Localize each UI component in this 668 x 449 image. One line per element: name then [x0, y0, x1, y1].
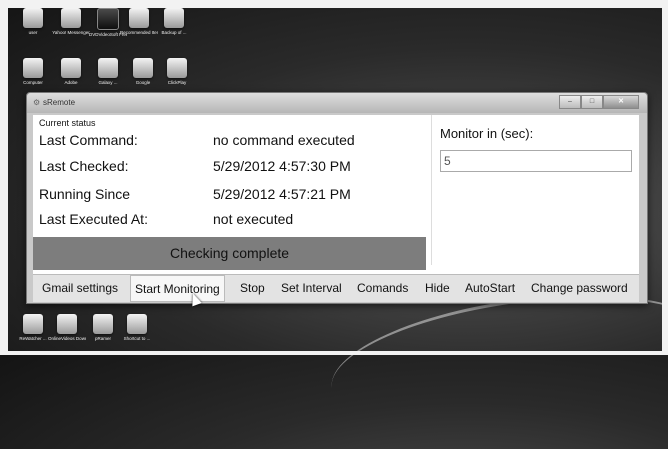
document-icon: [129, 8, 149, 28]
sremote-window: ⚙ sRemote – □ ✕ Current status Last Comm…: [26, 92, 648, 304]
client-area: Current status Last Command: no command …: [33, 115, 640, 302]
headphones-icon: [98, 58, 118, 78]
arrow-app-icon: [167, 58, 187, 78]
desktop-icon-label: Adobe: [64, 80, 78, 85]
computer-icon: [23, 58, 43, 78]
monitor-panel: Monitor in (sec):: [431, 115, 640, 265]
chrome-icon: [133, 58, 153, 78]
desktop-icon-clickplay[interactable]: ClickPlay: [158, 58, 196, 85]
last-checked-label: Last Checked:: [39, 158, 129, 174]
menu-gmail-settings[interactable]: Gmail settings: [42, 275, 118, 302]
menu-hide[interactable]: Hide: [425, 275, 450, 302]
desktop-icon-adobe[interactable]: Adobe: [52, 58, 90, 85]
menu-change-password[interactable]: Change password: [531, 275, 628, 302]
messenger-icon: [61, 8, 81, 28]
close-button[interactable]: ✕: [603, 95, 639, 109]
title-bar[interactable]: ⚙ sRemote – □ ✕: [27, 93, 647, 113]
desktop-icon-label: Yahoo! Messenger: [52, 30, 90, 35]
maximize-button[interactable]: □: [581, 95, 603, 109]
monitor-interval-input[interactable]: [440, 150, 632, 172]
desktop-icon-shortcut[interactable]: Shortcut to ...: [118, 314, 156, 341]
running-since-label: Running Since: [39, 186, 131, 202]
last-checked-value: 5/29/2012 4:57:30 PM: [213, 158, 351, 174]
desktop-icon-recommended[interactable]: Recommended Items: [120, 8, 158, 35]
status-panel: Current status Last Command: no command …: [33, 115, 426, 237]
desktop-icon-rewatcher[interactable]: ReWatcher ...: [14, 314, 52, 341]
desktop-icon-pramer[interactable]: pRamer: [84, 314, 122, 341]
desktop-icon-label: Computer: [23, 80, 43, 85]
menu-set-interval[interactable]: Set Interval: [281, 275, 342, 302]
pramer-icon: [93, 314, 113, 334]
folder-backup-icon: [164, 8, 184, 28]
user-folder-icon: [23, 8, 43, 28]
desktop-icon-label: pRamer: [94, 336, 111, 341]
desktop-icon-label: OnlineVideos Downloader: [48, 336, 86, 341]
pdf-icon: [61, 58, 81, 78]
menu-comands[interactable]: Comands: [357, 275, 408, 302]
desktop-icon-label: Galaxy ...: [98, 80, 118, 85]
desktop-icon-label: Shortcut to ...: [123, 336, 151, 341]
menu-bar: Gmail settings Start Monitoring Stop Set…: [33, 274, 639, 302]
desktop-icon-google[interactable]: Google: [124, 58, 162, 85]
downloader-icon: [57, 314, 77, 334]
progress-bar: Checking complete: [33, 237, 426, 270]
running-since-value: 5/29/2012 4:57:21 PM: [213, 186, 351, 202]
desktop-icon-label: Recommended Items: [120, 30, 158, 35]
desktop-icon-galaxy[interactable]: Galaxy ...: [89, 58, 127, 85]
shortcut-icon: [127, 314, 147, 334]
desktop-icon-user[interactable]: user: [14, 8, 52, 35]
desktop-icon-computer[interactable]: Computer: [14, 58, 52, 85]
desktop-icon-messenger[interactable]: Yahoo! Messenger: [52, 8, 90, 35]
last-command-value: no command executed: [213, 132, 355, 148]
last-executed-label: Last Executed At:: [39, 211, 148, 227]
desktop-icon-label: user: [28, 30, 38, 35]
status-heading: Current status: [39, 118, 96, 128]
monitor-interval-label: Monitor in (sec):: [440, 126, 534, 141]
menu-autostart[interactable]: AutoStart: [465, 275, 515, 302]
desktop-icon-label: Google: [135, 80, 151, 85]
recorder-icon: [23, 314, 43, 334]
desktop-icon-label: ClickPlay: [167, 80, 187, 85]
desktop-icon-downloader[interactable]: OnlineVideos Downloader: [48, 314, 86, 341]
minimize-button[interactable]: –: [559, 95, 581, 109]
window-title: sRemote: [43, 98, 76, 107]
desktop-icon-label: ReWatcher ...: [19, 336, 47, 341]
menu-stop[interactable]: Stop: [240, 275, 265, 302]
caption-buttons: – □ ✕: [559, 95, 639, 109]
menu-start-monitoring[interactable]: Start Monitoring: [130, 275, 225, 302]
app-icon: ⚙: [33, 98, 41, 107]
progress-text: Checking complete: [169, 245, 290, 261]
last-command-label: Last Command:: [39, 132, 138, 148]
last-executed-value: not executed: [213, 211, 294, 227]
desktop-icon-label: Backup of ...: [161, 30, 187, 35]
dvdvideosoft-icon: [97, 8, 119, 30]
desktop-icon-backup[interactable]: Backup of ...: [155, 8, 193, 35]
